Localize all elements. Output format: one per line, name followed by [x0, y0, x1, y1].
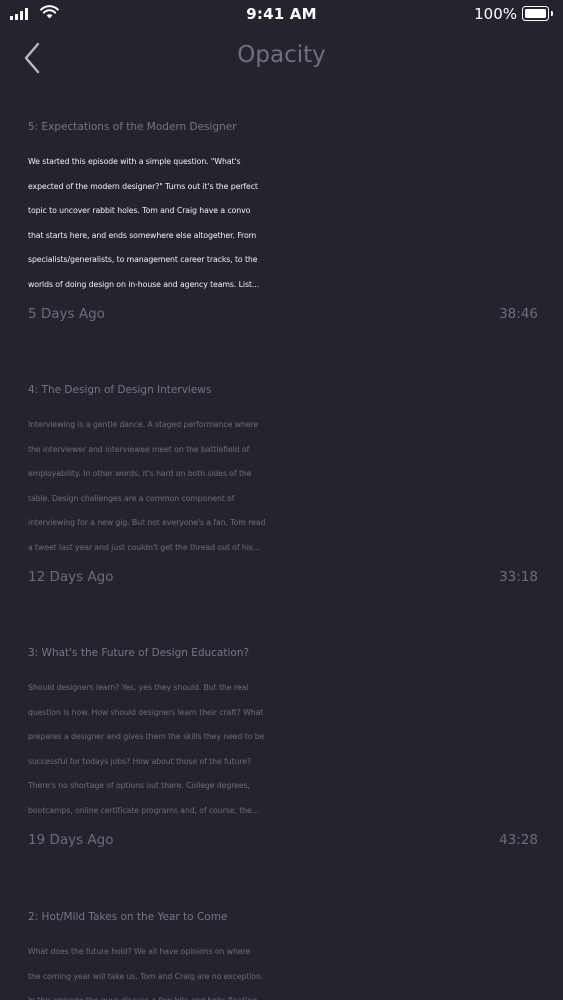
- nav-bar: Opacity: [0, 32, 563, 82]
- description-line: prepares a designer and gives them the s…: [28, 732, 265, 742]
- episode-item[interactable]: 5: Expectations of the Modern Designer W…: [28, 114, 538, 326]
- episode-meta: 12 Days Ago 33:18: [28, 569, 538, 589]
- episode-duration: 38:46: [499, 305, 538, 322]
- description-line: We started this episode with a simple qu…: [28, 157, 241, 166]
- description-line: specialists/generalists, to management c…: [28, 255, 258, 265]
- episode-item[interactable]: 3: What's the Future of Design Education…: [28, 640, 538, 852]
- description-line: What does the future hold? We all have o…: [28, 947, 251, 956]
- description-line: topic to uncover rabbit holes. Tom and C…: [28, 206, 251, 216]
- episode-date: 5 Days Ago: [28, 305, 105, 322]
- description-line: the interviewer and interviewee meet on …: [28, 444, 250, 454]
- battery-percentage: 100%: [474, 5, 517, 23]
- status-bar: 9:41 AM 100%: [0, 0, 563, 30]
- description-line: question is how. How should designers le…: [28, 707, 264, 717]
- description-line: successful for todays jobs? How about th…: [28, 756, 251, 766]
- episode-duration: 43:28: [499, 831, 538, 848]
- episode-duration: 33:18: [499, 568, 538, 585]
- description-line: a tweet last year and just couldn't get …: [28, 542, 260, 552]
- page-title: Opacity: [237, 42, 326, 68]
- description-line: table. Design challenges are a common co…: [28, 493, 235, 503]
- episode-title: 5: Expectations of the Modern Designer: [28, 121, 237, 133]
- description-line: bootcamps, online certificate programs a…: [28, 805, 259, 815]
- episode-date: 19 Days Ago: [28, 831, 114, 848]
- episode-title: 2: Hot/Mild Takes on the Year to Come: [28, 911, 228, 923]
- episode-meta: 5 Days Ago 38:46: [28, 306, 538, 326]
- episode-description: Interviewing is a gentle dance. A staged…: [28, 413, 538, 561]
- description-line: that starts here, and ends somewhere els…: [28, 230, 257, 240]
- episode-item[interactable]: 2: Hot/Mild Takes on the Year to Come Wh…: [28, 904, 538, 1000]
- podcast-episodes-screen: 9:41 AM 100% Opacity 5: Expectations of …: [0, 0, 563, 1000]
- episode-title: 4: The Design of Design Interviews: [28, 384, 212, 396]
- description-line: the coming year will take us. Tom and Cr…: [28, 971, 264, 981]
- episode-item[interactable]: 4: The Design of Design Interviews Inter…: [28, 377, 538, 589]
- description-line: expected of the modern designer?" Turns …: [28, 181, 258, 191]
- description-line: In this episode the guys discuss a few b…: [28, 989, 538, 1000]
- description-line: Interviewing is a gentle dance. A staged…: [28, 420, 259, 429]
- episode-meta: 19 Days Ago 43:28: [28, 832, 538, 852]
- episode-date: 12 Days Ago: [28, 568, 114, 585]
- description-line: Should designers learn? Yes, yes they sh…: [28, 683, 249, 692]
- episode-description: Should designers learn? Yes, yes they sh…: [28, 676, 538, 824]
- description-line: There's no shortage of options out there…: [28, 781, 250, 791]
- description-line: worlds of doing design on in-house and a…: [28, 279, 260, 289]
- episode-description: What does the future hold? We all have o…: [28, 940, 538, 1000]
- description-line: interviewing for a new gig. But not ever…: [28, 518, 266, 528]
- episode-title: 3: What's the Future of Design Education…: [28, 647, 250, 659]
- episode-description: We started this episode with a simple qu…: [28, 150, 538, 298]
- description-line: employability. In other words, it's hard…: [28, 469, 252, 479]
- battery-icon: [522, 6, 553, 21]
